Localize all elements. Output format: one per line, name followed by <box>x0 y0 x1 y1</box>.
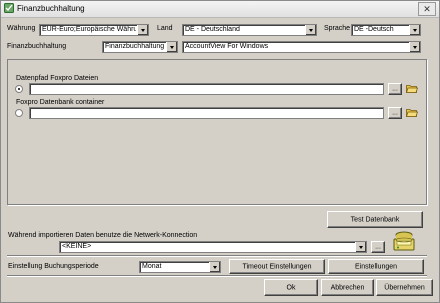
fibu-select[interactable]: Finanzbuchhaltung <box>102 41 178 53</box>
period-value: Monat <box>142 263 162 270</box>
finanzbuchhaltung-window: Finanzbuchhaltung ✕ Währung EUR-Euro;Eur… <box>0 0 440 303</box>
browse-label: ... <box>392 85 398 93</box>
system-select[interactable]: AccountView For Windows <box>182 41 421 53</box>
test-database-label: Test Datenbank <box>350 216 400 223</box>
foxpro-radio[interactable] <box>15 85 23 93</box>
cancel-label: Abbrechen <box>330 284 365 291</box>
chevron-down-icon[interactable] <box>305 25 316 35</box>
ok-button[interactable]: Ok <box>264 279 318 296</box>
fibu-label: Finanzbuchhaltung <box>7 43 67 50</box>
network-browse-button[interactable]: ... <box>371 241 385 253</box>
period-label: Einstellung Buchungsperiode <box>8 263 99 270</box>
land-value: DE - Deutschland <box>185 26 240 33</box>
title-bar: Finanzbuchhaltung ✕ <box>1 1 439 18</box>
network-value: <KEINE> <box>62 243 92 250</box>
window-title: Finanzbuchhaltung <box>17 4 85 13</box>
network-select[interactable]: <KEINE> <box>59 241 367 253</box>
close-button[interactable]: ✕ <box>418 2 436 16</box>
apply-button[interactable]: Übernehmen <box>376 279 433 296</box>
chevron-down-icon[interactable] <box>137 25 148 35</box>
waehrung-label: Währung <box>7 25 36 32</box>
chevron-down-icon[interactable] <box>166 42 177 52</box>
timeout-settings-button[interactable]: Timeout Einstellungen <box>229 259 325 274</box>
app-icon <box>4 3 14 13</box>
period-select[interactable]: Monat <box>139 261 221 273</box>
close-icon: ✕ <box>423 4 431 14</box>
chevron-down-icon[interactable] <box>209 262 220 272</box>
settings-label: Einstellungen <box>354 263 398 270</box>
divider <box>7 275 427 277</box>
folder-open-icon[interactable] <box>406 84 418 93</box>
browse-label: ... <box>375 243 381 251</box>
folder-open-icon[interactable] <box>406 108 418 117</box>
chevron-down-icon[interactable] <box>409 25 420 35</box>
database-server-icon <box>393 231 415 251</box>
foxpro-label: Datenpfad Foxpro Dateien <box>16 75 99 82</box>
divider <box>7 255 427 257</box>
container-label: Foxpro Datenbank container <box>16 99 105 106</box>
timeout-settings-label: Timeout Einstellungen <box>242 263 312 270</box>
apply-label: Übernehmen <box>384 284 425 291</box>
container-path-input[interactable] <box>29 107 384 119</box>
fibu-value: Finanzbuchhaltung <box>105 43 165 50</box>
browse-label: ... <box>392 109 398 117</box>
foxpro-browse-button[interactable]: ... <box>388 83 402 95</box>
system-value: AccountView For Windows <box>185 43 269 50</box>
ok-label: Ok <box>286 284 296 291</box>
waehrung-select[interactable]: EUR-Euro;Europäische Währung <box>39 24 149 36</box>
land-label: Land <box>157 25 173 32</box>
settings-button[interactable]: Einstellungen <box>328 259 424 274</box>
network-label: Während importieren Daten benutze die Ne… <box>8 232 198 239</box>
sprache-label: Sprache <box>324 25 351 32</box>
cancel-button[interactable]: Abbrechen <box>321 279 374 296</box>
test-database-button[interactable]: Test Datenbank <box>327 211 423 228</box>
waehrung-value: EUR-Euro;Europäische Währung <box>42 26 136 33</box>
sprache-value: DE -Deutsch <box>354 26 394 33</box>
chevron-down-icon[interactable] <box>409 42 420 52</box>
foxpro-path-input[interactable] <box>29 83 384 95</box>
sprache-select[interactable]: DE -Deutsch <box>351 24 421 36</box>
land-select[interactable]: DE - Deutschland <box>182 24 317 36</box>
chevron-down-icon[interactable] <box>355 242 366 252</box>
container-radio[interactable] <box>15 109 23 117</box>
container-browse-button[interactable]: ... <box>388 107 402 119</box>
